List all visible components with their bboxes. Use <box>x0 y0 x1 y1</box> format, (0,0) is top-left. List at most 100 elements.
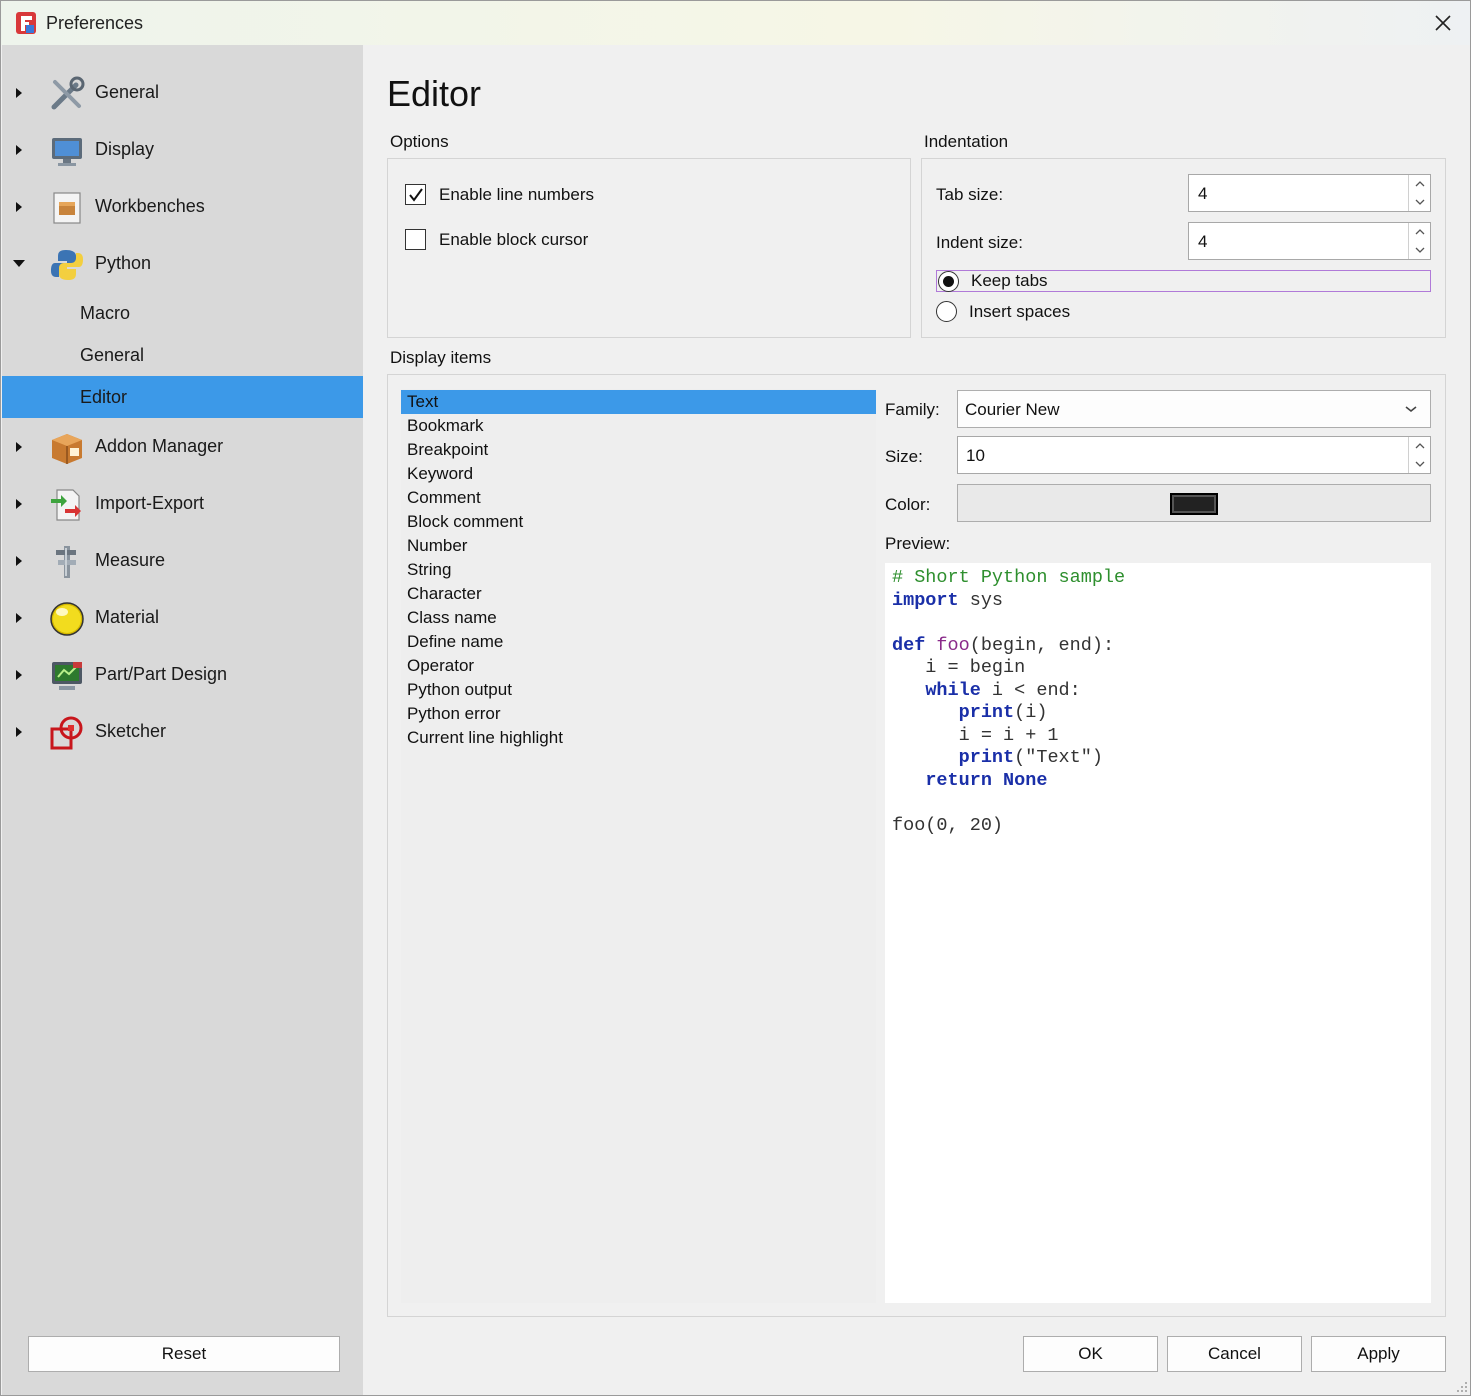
indent-size-decrement[interactable] <box>1409 241 1430 259</box>
indent-size-increment[interactable] <box>1409 223 1430 241</box>
sidebar-item-label: Workbenches <box>95 196 205 216</box>
enable-line-numbers-checkbox[interactable] <box>405 184 426 205</box>
list-item[interactable]: Block comment <box>401 510 876 534</box>
import-export-icon <box>51 489 81 521</box>
indent-size-label: Indent size: <box>936 233 1023 252</box>
list-item[interactable]: Python output <box>401 678 876 702</box>
insert-spaces-label: Insert spaces <box>969 301 1071 321</box>
sidebar-item-label: Sketcher <box>95 721 167 741</box>
caliper-icon <box>56 546 76 578</box>
sidebar-item-label: Measure <box>95 550 166 570</box>
list-item[interactable]: Text <box>401 390 876 414</box>
checkmark-icon <box>408 187 423 202</box>
tab-size-value: 4 <box>1198 184 1208 203</box>
sidebar-item-general[interactable]: General <box>2 66 363 120</box>
font-size-increment[interactable] <box>1409 437 1430 455</box>
tab-size-spinbox[interactable]: 4 <box>1188 174 1431 212</box>
enable-block-cursor-row[interactable]: Enable block cursor <box>405 229 588 250</box>
sidebar-item-addon-manager[interactable]: Addon Manager <box>2 420 363 474</box>
list-item[interactable]: Keyword <box>401 462 876 486</box>
display-items-list[interactable]: Text Bookmark Breakpoint Keyword Comment… <box>401 389 876 1303</box>
expand-arrow-icon[interactable] <box>14 200 24 214</box>
resize-grip-icon[interactable] <box>1454 1379 1468 1393</box>
list-item[interactable]: Current line highlight <box>401 726 876 750</box>
collapse-arrow-icon[interactable] <box>12 259 26 269</box>
keep-tabs-label: Keep tabs <box>971 271 1048 290</box>
expand-arrow-icon[interactable] <box>14 554 24 568</box>
sidebar-item-label: Display <box>95 139 155 159</box>
keep-tabs-radio[interactable] <box>938 270 959 292</box>
indent-size-spinbox[interactable]: 4 <box>1188 222 1431 260</box>
list-item[interactable]: Operator <box>401 654 876 678</box>
list-item[interactable]: Character <box>401 582 876 606</box>
preview-label: Preview: <box>885 534 951 553</box>
code-preview: # Short Python sample import sys def foo… <box>885 563 1431 1303</box>
list-item[interactable]: Bookmark <box>401 414 876 438</box>
font-size-decrement[interactable] <box>1409 455 1430 473</box>
tab-size-decrement[interactable] <box>1409 193 1430 211</box>
chevron-up-icon <box>1415 229 1424 235</box>
reset-button[interactable]: Reset <box>28 1336 340 1372</box>
expand-arrow-icon[interactable] <box>14 497 24 511</box>
sidebar-item-import-export[interactable]: Import-Export <box>2 477 363 531</box>
expand-arrow-icon[interactable] <box>14 440 24 454</box>
ok-button[interactable]: OK <box>1023 1336 1158 1372</box>
sidebar-item-measure[interactable]: Measure <box>2 534 363 588</box>
size-label: Size: <box>885 447 923 466</box>
expand-arrow-icon[interactable] <box>14 668 24 682</box>
expand-arrow-icon[interactable] <box>14 86 24 100</box>
list-item[interactable]: Class name <box>401 606 876 630</box>
sidebar-item-part-design[interactable]: Part/Part Design <box>2 648 363 702</box>
cancel-button[interactable]: Cancel <box>1167 1336 1302 1372</box>
code-keyword: def <box>892 634 926 656</box>
code-keyword: while <box>925 679 981 701</box>
expand-arrow-icon[interactable] <box>14 725 24 739</box>
close-button[interactable] <box>1428 9 1458 37</box>
preferences-sidebar: General Display Workbenches Python Macro… <box>2 45 363 1395</box>
list-item[interactable]: Comment <box>401 486 876 510</box>
expand-arrow-icon[interactable] <box>14 143 24 157</box>
list-item[interactable]: Breakpoint <box>401 438 876 462</box>
material-sphere-icon <box>50 602 84 636</box>
preferences-window: Preferences General Display Workbenches … <box>0 0 1471 1396</box>
freecad-app-icon <box>15 11 37 35</box>
apply-button[interactable]: Apply <box>1311 1336 1446 1372</box>
sidebar-item-python[interactable]: Python <box>2 237 363 291</box>
sidebar-item-python-general[interactable]: General <box>2 334 363 376</box>
monitor-icon <box>52 138 82 166</box>
expand-arrow-icon[interactable] <box>14 611 24 625</box>
list-item[interactable]: Python error <box>401 702 876 726</box>
font-size-spinbox[interactable]: 10 <box>957 436 1431 474</box>
sidebar-item-sketcher[interactable]: Sketcher <box>2 705 363 759</box>
insert-spaces-radio[interactable] <box>936 301 957 322</box>
display-items-group-label: Display items <box>390 348 492 367</box>
font-family-dropdown[interactable]: Courier New <box>957 390 1431 428</box>
sidebar-item-macro[interactable]: Macro <box>2 292 363 334</box>
chevron-up-icon <box>1415 443 1424 449</box>
sketcher-icon <box>50 716 83 750</box>
sidebar-item-editor[interactable]: Editor <box>2 376 363 418</box>
list-item[interactable]: Number <box>401 534 876 558</box>
enable-line-numbers-row[interactable]: Enable line numbers <box>405 184 594 205</box>
color-picker-button[interactable] <box>957 484 1431 522</box>
tab-size-increment[interactable] <box>1409 175 1430 193</box>
code-keyword: None <box>1003 769 1048 791</box>
list-item[interactable]: String <box>401 558 876 582</box>
code-comment: # Short Python sample <box>892 567 1126 588</box>
sidebar-item-material[interactable]: Material <box>2 591 363 645</box>
list-item[interactable]: Define name <box>401 630 876 654</box>
sidebar-item-workbenches[interactable]: Workbenches <box>2 180 363 234</box>
insert-spaces-row[interactable]: Insert spaces <box>936 301 1070 322</box>
window-title: Preferences <box>46 13 144 33</box>
sidebar-item-label: General <box>95 82 160 102</box>
sidebar-item-display[interactable]: Display <box>2 123 363 177</box>
sidebar-item-label: Part/Part Design <box>95 664 228 684</box>
indent-size-value: 4 <box>1198 232 1208 251</box>
keep-tabs-row[interactable]: Keep tabs <box>936 270 1431 292</box>
code-text: foo(0, 20) <box>892 814 1004 836</box>
sidebar-item-label: Python <box>95 253 152 273</box>
enable-block-cursor-checkbox[interactable] <box>405 229 426 250</box>
